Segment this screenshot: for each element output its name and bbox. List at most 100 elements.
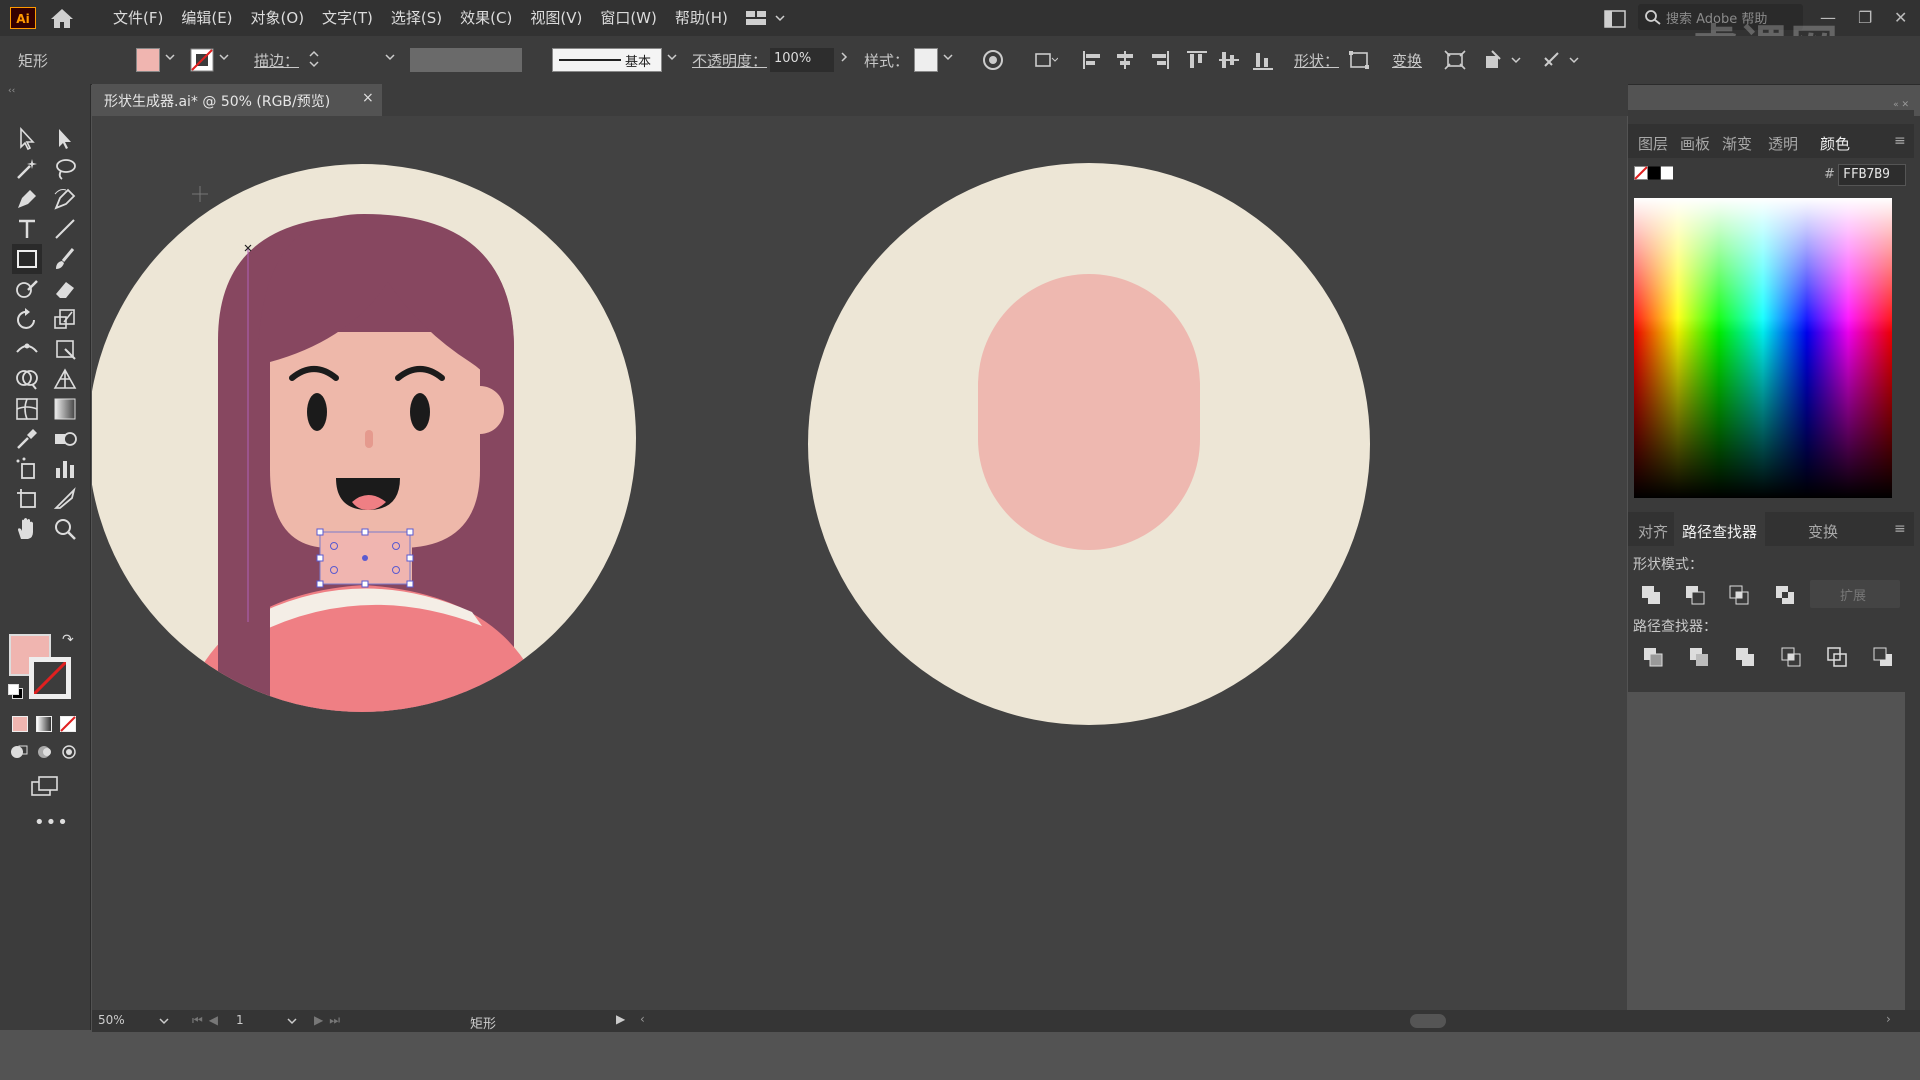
menu-help[interactable]: 帮助(H): [666, 0, 737, 36]
menu-window[interactable]: 窗口(W): [591, 0, 666, 36]
panel-collapse-icon[interactable]: « ✕: [1629, 100, 1909, 110]
zoom-tool-icon[interactable]: [52, 516, 78, 542]
draw-behind-icon[interactable]: [36, 744, 54, 760]
gradient-mode-icon[interactable]: [36, 716, 52, 732]
quick-swatches[interactable]: [1634, 166, 1674, 182]
panel-menu-icon[interactable]: ≡: [1894, 521, 1906, 537]
chevron-down-icon[interactable]: [158, 1016, 170, 1026]
eraser-tool-icon[interactable]: [52, 276, 78, 302]
chevron-down-icon[interactable]: [942, 50, 954, 64]
crop-icon[interactable]: [1780, 646, 1802, 668]
type-tool-icon[interactable]: [14, 216, 40, 242]
tab-transparency[interactable]: 透明: [1768, 133, 1798, 154]
align-top-icon[interactable]: [1184, 48, 1210, 72]
scale-tool-icon[interactable]: [52, 306, 78, 332]
minus-front-icon[interactable]: [1684, 584, 1706, 606]
screen-mode-icon[interactable]: [30, 774, 60, 798]
artboard-tool-icon[interactable]: [14, 486, 40, 512]
selection-tool-icon[interactable]: [14, 126, 40, 152]
align-horizontal-center-icon[interactable]: [1112, 48, 1138, 72]
curvature-tool-icon[interactable]: [52, 186, 78, 212]
panel-menu-icon[interactable]: ≡: [1894, 133, 1906, 149]
tab-pathfinder[interactable]: 路径查找器: [1674, 512, 1766, 551]
slice-tool-icon[interactable]: [52, 486, 78, 512]
direct-selection-tool-icon[interactable]: [52, 126, 78, 152]
stroke-weight-stepper[interactable]: [308, 48, 320, 70]
tab-color[interactable]: 颜色: [1820, 133, 1850, 154]
minimize-icon[interactable]: —: [1820, 8, 1836, 27]
menu-edit[interactable]: 编辑(E): [172, 0, 241, 36]
eyedropper-tool-icon[interactable]: [14, 426, 40, 452]
exclude-icon[interactable]: [1774, 584, 1796, 606]
tab-align[interactable]: 对齐: [1638, 521, 1668, 542]
expand-button[interactable]: 扩展: [1810, 580, 1900, 608]
align-right-icon[interactable]: [1146, 48, 1172, 72]
chevron-right-icon[interactable]: [838, 50, 850, 64]
restore-icon[interactable]: ❐: [1858, 8, 1872, 27]
stroke-label[interactable]: 描边：: [254, 50, 299, 71]
face-shape[interactable]: [978, 274, 1200, 550]
shape-properties-icon[interactable]: [1346, 48, 1372, 72]
center-point[interactable]: [362, 555, 368, 561]
rectangle-tool-icon[interactable]: [12, 244, 42, 274]
paintbrush-tool-icon[interactable]: [52, 246, 78, 272]
canvas[interactable]: [92, 116, 1627, 1011]
shape-label[interactable]: 形状：: [1294, 50, 1339, 71]
recolor-artwork-icon[interactable]: [980, 48, 1006, 72]
draw-inside-icon[interactable]: [60, 744, 78, 760]
pen-tool-icon[interactable]: [14, 186, 40, 212]
free-transform-tool-icon[interactable]: [52, 336, 78, 362]
shaper-tool-icon[interactable]: [14, 276, 40, 302]
eye-right[interactable]: [410, 393, 430, 431]
home-icon[interactable]: [48, 6, 76, 30]
fill-color-swatch[interactable]: [136, 48, 160, 72]
workspace-switcher-icon[interactable]: [742, 8, 792, 28]
girl-illustration[interactable]: [180, 214, 550, 720]
chevron-down-icon[interactable]: [286, 1016, 298, 1026]
stroke-color-swatch[interactable]: [190, 48, 214, 72]
scroll-right-icon[interactable]: ›: [1886, 1012, 1891, 1026]
outline-icon[interactable]: [1826, 646, 1848, 668]
face[interactable]: [270, 332, 480, 548]
document-tab[interactable]: 形状生成器.ai* @ 50% (RGB/预览) ×: [92, 84, 382, 116]
hair-strand-left[interactable]: [218, 340, 270, 720]
horizontal-scroll-thumb[interactable]: [1410, 1014, 1446, 1028]
scroll-left-icon[interactable]: ‹: [640, 1012, 645, 1026]
edit-toolbar-icon[interactable]: •••: [34, 812, 69, 833]
isolate-group-icon[interactable]: [1482, 48, 1522, 72]
tab-layers[interactable]: 图层: [1638, 133, 1668, 154]
none-mode-icon[interactable]: [60, 716, 76, 732]
transform-label[interactable]: 变换: [1392, 50, 1422, 71]
nose[interactable]: [365, 430, 373, 448]
swap-fill-stroke-icon[interactable]: ↷: [62, 632, 74, 648]
artboard-prev-buttons[interactable]: ⏮◀: [192, 1013, 224, 1028]
opacity-label[interactable]: 不透明度：: [692, 50, 767, 71]
gradient-tool-icon[interactable]: [52, 396, 78, 422]
menu-type[interactable]: 文字(T): [313, 0, 382, 36]
default-colors-icon[interactable]: [8, 684, 23, 699]
tab-transform[interactable]: 变换: [1808, 521, 1838, 542]
lasso-tool-icon[interactable]: [52, 156, 78, 182]
perspective-grid-tool-icon[interactable]: [52, 366, 78, 392]
stroke-color-box[interactable]: [29, 657, 71, 699]
color-spectrum[interactable]: [1634, 198, 1892, 498]
arrange-documents-icon[interactable]: [1604, 10, 1626, 28]
rotate-tool-icon[interactable]: [14, 306, 40, 332]
status-menu-arrow-icon[interactable]: ▶: [616, 1012, 625, 1026]
collapse-panel-icon[interactable]: ‹‹: [8, 86, 15, 96]
tab-gradient[interactable]: 渐变: [1722, 133, 1752, 154]
puppet-warp-icon[interactable]: [1540, 48, 1580, 72]
menu-view[interactable]: 视图(V): [521, 0, 591, 36]
ear[interactable]: [456, 386, 504, 434]
align-bottom-icon[interactable]: [1250, 48, 1276, 72]
minus-back-icon[interactable]: [1872, 646, 1894, 668]
chevron-down-icon[interactable]: [164, 50, 176, 64]
artboard-next-buttons[interactable]: ▶⏭: [314, 1013, 346, 1028]
shape-builder-tool-icon[interactable]: [14, 366, 40, 392]
mesh-tool-icon[interactable]: [14, 396, 40, 422]
chevron-down-icon[interactable]: [384, 50, 396, 64]
merge-icon[interactable]: [1734, 646, 1756, 668]
tab-artboards[interactable]: 画板: [1680, 133, 1710, 154]
line-segment-tool-icon[interactable]: [52, 216, 78, 242]
opacity-input[interactable]: 100%: [770, 48, 834, 72]
